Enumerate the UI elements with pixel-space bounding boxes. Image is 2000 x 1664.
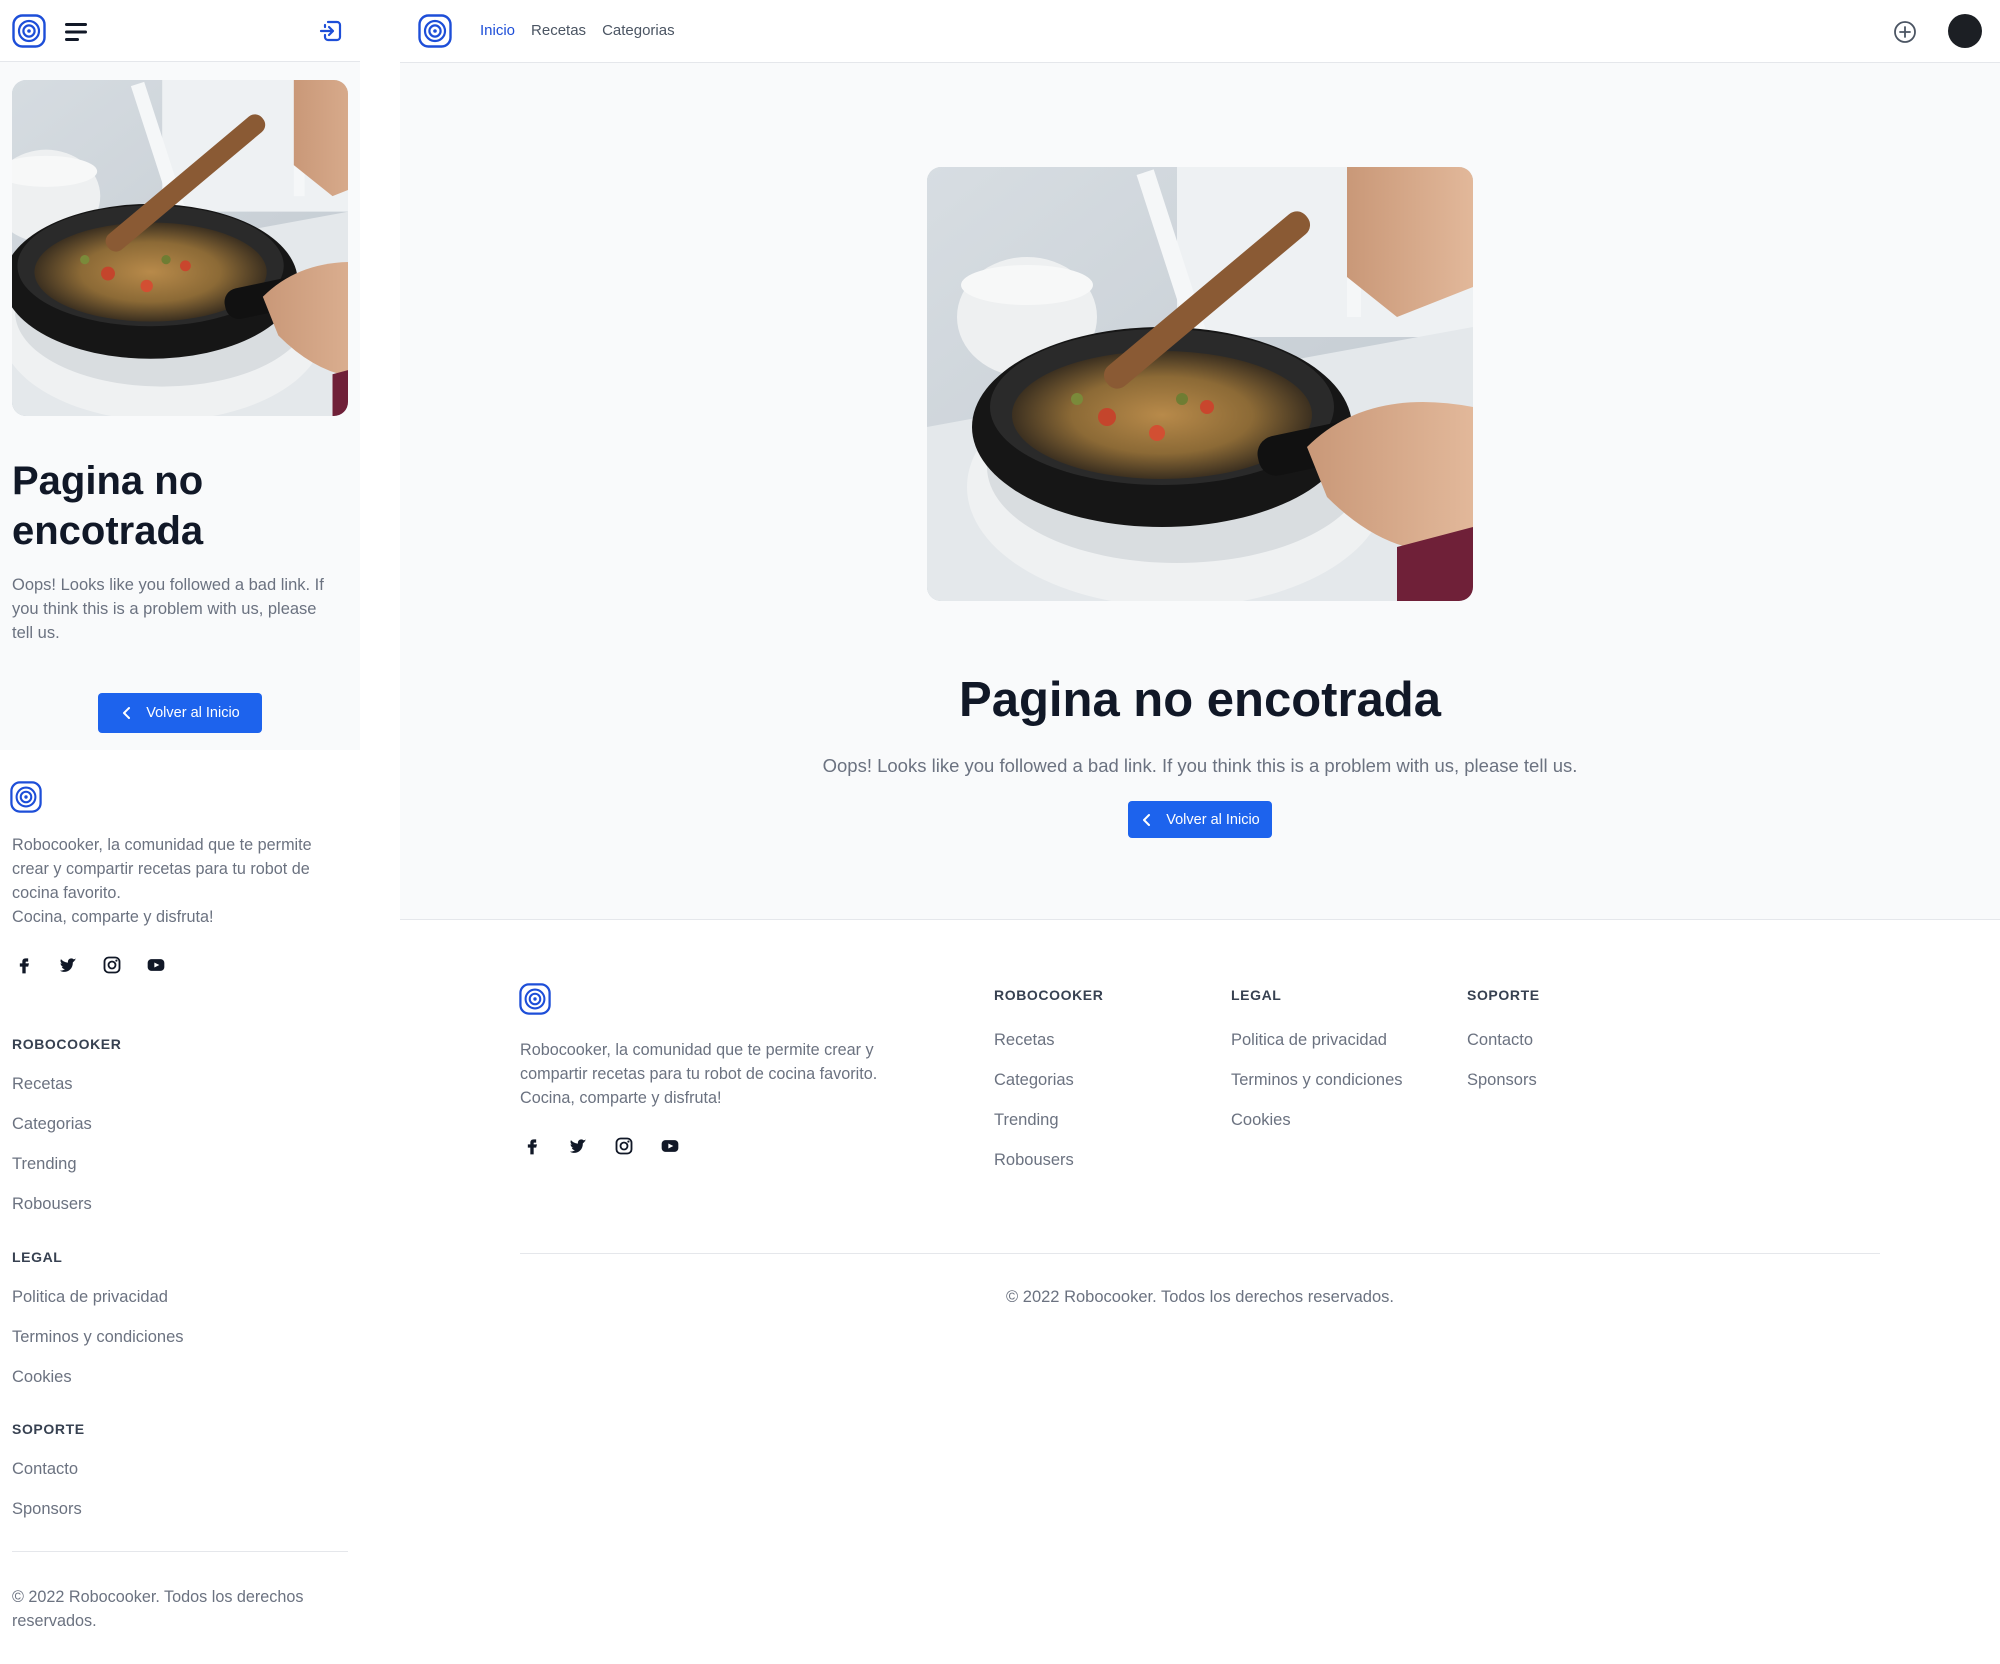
footer-about: Robocooker, la comunidad que te permite … [520,1038,930,1110]
footer-divider [520,1253,1880,1254]
footer-link-cookies[interactable]: Cookies [12,1357,184,1397]
main-nav: Inicio Recetas Categorias [480,22,675,39]
page-title-line: encotrada [12,509,204,553]
footer-section-robocooker: ROBOCOOKER Recetas Categorias Trending R… [994,987,1103,1180]
footer-link-trending[interactable]: Trending [994,1100,1103,1140]
footer-divider [12,1551,348,1552]
footer-link-contacto[interactable]: Contacto [12,1449,85,1489]
page-title-line: Pagina no [12,459,204,503]
error-message: Oops! Looks like you followed a bad link… [822,755,1578,776]
youtube-icon[interactable] [658,1134,682,1158]
facebook-icon[interactable] [12,953,36,977]
youtube-icon[interactable] [144,953,168,977]
copyright: © 2022 Robocooker. Todos los derechos re… [12,1585,342,1633]
page-title: Pagina no encotrada [12,456,342,556]
footer-link-recetas[interactable]: Recetas [12,1064,121,1104]
footer-link-robousers[interactable]: Robousers [994,1140,1103,1180]
footer-about-line: Cocina, comparte y disfruta! [12,908,214,926]
footer-section-soporte: SOPORTE Contacto Sponsors [1467,987,1540,1100]
copyright: © 2022 Robocooker. Todos los derechos re… [1006,1288,1394,1306]
footer-logo-icon[interactable] [10,781,42,813]
footer-link-contacto[interactable]: Contacto [1467,1020,1540,1060]
footer-link-trending[interactable]: Trending [12,1144,121,1184]
footer-link-cookies[interactable]: Cookies [1231,1100,1403,1140]
footer-link-categorias[interactable]: Categorias [12,1104,121,1144]
footer-link-terms[interactable]: Terminos y condiciones [12,1317,184,1357]
footer-about-line: Cocina, comparte y disfruta! [520,1089,722,1107]
footer-about: Robocooker, la comunidad que te permite … [12,833,352,929]
page-title: Pagina no encotrada [959,673,1441,727]
footer-logo-icon[interactable] [519,983,551,1015]
social-links [520,1134,682,1158]
footer-link-terms[interactable]: Terminos y condiciones [1231,1060,1403,1100]
footer-about-line: compartir recetas para tu robot de cocin… [520,1065,878,1083]
error-message-line: tell us. [12,624,60,642]
twitter-icon[interactable] [566,1134,590,1158]
facebook-icon[interactable] [520,1134,544,1158]
footer-about-line: crear y compartir recetas para tu robot … [12,860,310,878]
back-home-label: Volver al Inicio [146,705,240,721]
copyright-line: reservados. [12,1612,97,1630]
top-navbar: Inicio Recetas Categorias [400,0,2000,63]
back-home-label: Volver al Inicio [1166,811,1260,828]
footer-about-line: Robocooker, la comunidad que te permite … [520,1041,874,1059]
footer-section-title: ROBOCOOKER [994,987,1104,1003]
error-message-line: Oops! Looks like you followed a bad link… [12,576,324,594]
footer-about-line: Robocooker, la comunidad que te permite [12,836,312,854]
footer-link-sponsors[interactable]: Sponsors [12,1489,85,1529]
instagram-icon[interactable] [612,1134,636,1158]
logo-icon[interactable] [12,14,46,48]
mobile-preview: Pagina no encotrada Oops! Looks like you… [0,0,360,1664]
footer-section-title: SOPORTE [1467,987,1540,1003]
footer-link-categorias[interactable]: Categorias [994,1060,1103,1100]
mobile-topbar [0,0,360,62]
avatar[interactable] [1948,14,1982,48]
cooking-photo [12,80,348,416]
copyright-line: © 2022 Robocooker. Todos los derechos [12,1588,304,1606]
view-separator [360,0,400,1664]
footer-link-recetas[interactable]: Recetas [994,1020,1103,1060]
footer-section-legal: LEGAL Politica de privacidad Terminos y … [1231,987,1403,1140]
footer-section-robocooker: ROBOCOOKER Recetas Categorias Trending R… [12,1036,121,1224]
error-message-line: you think this is a problem with us, ple… [12,600,317,618]
twitter-icon[interactable] [56,953,80,977]
add-circle-icon[interactable] [1892,19,1918,45]
social-links [12,953,168,977]
logo-icon[interactable] [418,14,452,48]
chevron-left-icon [120,706,134,720]
footer-section-title: SOPORTE [12,1421,85,1437]
nav-item-inicio[interactable]: Inicio [480,22,515,39]
instagram-icon[interactable] [100,953,124,977]
footer-link-sponsors[interactable]: Sponsors [1467,1060,1540,1100]
back-home-button[interactable]: Volver al Inicio [1128,801,1272,838]
nav-item-recetas[interactable]: Recetas [531,22,586,39]
menu-icon[interactable] [62,18,90,46]
footer-section-title: LEGAL [1231,987,1282,1003]
footer-link-robousers[interactable]: Robousers [12,1184,121,1224]
footer-link-privacy[interactable]: Politica de privacidad [1231,1020,1403,1060]
footer-link-privacy[interactable]: Politica de privacidad [12,1277,184,1317]
error-message: Oops! Looks like you followed a bad link… [12,573,347,645]
footer-section-title: LEGAL [12,1249,63,1265]
login-icon[interactable] [318,18,344,44]
footer-section-legal: LEGAL Politica de privacidad Terminos y … [12,1249,184,1397]
cooking-photo [927,167,1473,601]
chevron-left-icon [1140,813,1154,827]
back-home-button[interactable]: Volver al Inicio [98,693,262,733]
footer-about-line: cocina favorito. [12,884,121,902]
footer-section-soporte: SOPORTE Contacto Sponsors [12,1421,85,1529]
footer-section-title: ROBOCOOKER [12,1036,122,1052]
nav-item-categorias[interactable]: Categorias [602,22,675,39]
